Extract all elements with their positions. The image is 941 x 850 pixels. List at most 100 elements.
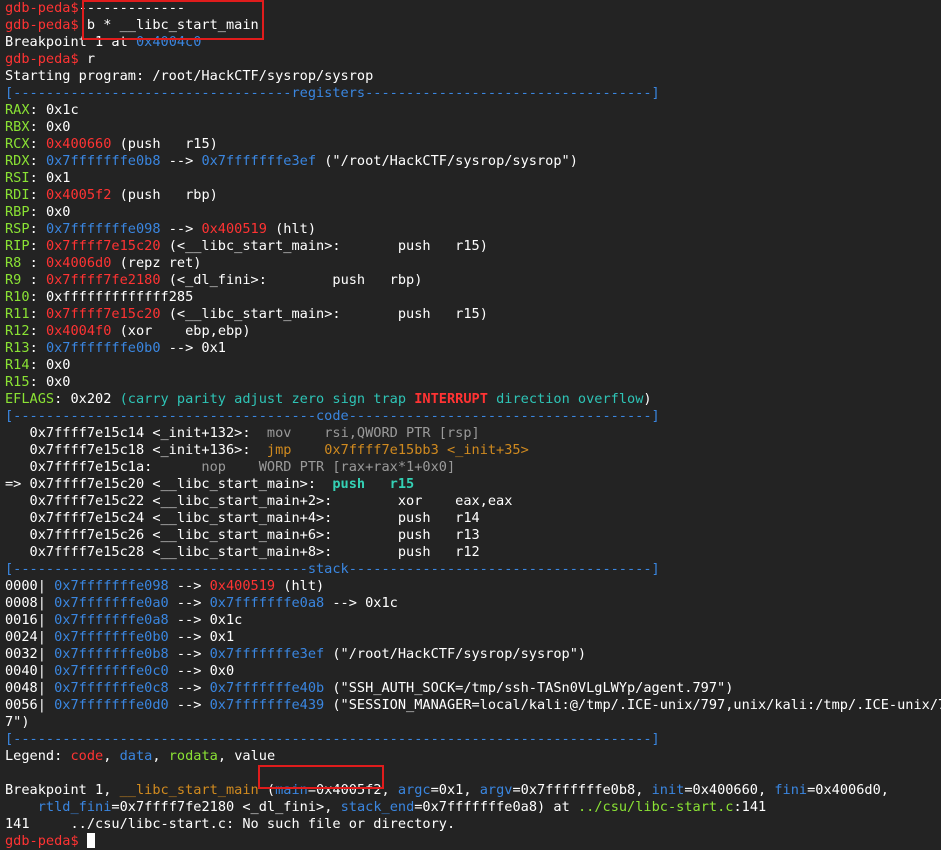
register-separator: :: [29, 102, 46, 118]
register-value: 0xfffffffffffff285: [45, 289, 194, 305]
breakpoint-hit-line: Breakpoint 1, __libc_start_main (main=0x…: [5, 782, 889, 798]
code-instruction: xor eax,eax: [397, 493, 513, 509]
register-value: 0x7fffffffe098: [45, 221, 161, 237]
text-cursor: [86, 833, 95, 848]
register-separator: :: [29, 187, 46, 203]
register-value: 0x0: [45, 204, 71, 220]
code-line: 0x7ffff7e15c1a: nop WORD PTR [rax+rax*1+…: [5, 459, 941, 476]
gdb-command-run[interactable]: gdb-peda$ r: [5, 51, 941, 68]
register-separator: :: [29, 119, 46, 135]
register-separator: :: [29, 255, 46, 271]
register-name: R14: [5, 357, 30, 373]
stack-row: 0040| 0x7fffffffe0c0 --> 0x0: [5, 663, 941, 680]
register-value: -->: [160, 153, 202, 169]
stack-value: 0x7fffffffe3ef: [209, 646, 325, 662]
register-value: -->: [160, 221, 202, 237]
stack-address: 0x7fffffffe098: [54, 578, 169, 594]
register-value: 0x7fffffffe0b8: [45, 153, 161, 169]
legend-line: Legend: code, data, rodata, value: [5, 748, 276, 764]
code-line: 0x7ffff7e15c28 <__libc_start_main+8>: pu…: [5, 544, 941, 561]
code-address: 0x7ffff7e15c18 <_init+136>:: [5, 442, 267, 458]
stack-offset: 0056|: [5, 697, 55, 713]
stack-value: -->: [168, 680, 210, 696]
end-section-separator: [---------------------------------------…: [5, 731, 660, 747]
eflags-line: EFLAGS: 0x202 (carry parity adjust zero …: [5, 391, 652, 407]
register-row: RAX: 0x1c: [5, 102, 941, 119]
code-line: 0x7ffff7e15c18 <_init+136>: jmp 0x7ffff7…: [5, 442, 941, 459]
code-line: => 0x7ffff7e15c20 <__libc_start_main>: p…: [5, 476, 941, 493]
register-name: R10: [5, 289, 30, 305]
clipped-top-line: gdb-peda$-------------: [5, 0, 186, 16]
register-separator: :: [29, 323, 46, 339]
source-line-message: 141 ../csu/libc-start.c: No such file or…: [5, 816, 456, 832]
code-instruction: jmp 0x7ffff7e15bb3 <_init+35>: [266, 442, 529, 458]
stack-value: 0x7fffffffe40b: [209, 680, 325, 696]
register-value: (<_dl_fini>: push rbp): [160, 272, 423, 288]
code-address: => 0x7ffff7e15c20 <__libc_start_main>:: [5, 476, 333, 492]
register-row: R11: 0x7ffff7e15c20 (<__libc_start_main>…: [5, 306, 941, 323]
code-instruction: push r14: [397, 510, 480, 526]
stack-value: (hlt): [275, 578, 325, 594]
function-name: __libc_start_main: [119, 782, 259, 798]
stack-address: 0x7fffffffe0b8: [54, 646, 169, 662]
breakpoint-set-message: Breakpoint 1 at 0x4004c0: [5, 34, 202, 50]
register-row: R9 : 0x7ffff7fe2180 (<_dl_fini>: push rb…: [5, 272, 941, 289]
code-section-header: [-------------------------------------co…: [5, 408, 660, 424]
register-name: RSI: [5, 170, 30, 186]
stack-offset: 0040|: [5, 663, 55, 679]
stack-offset: 0000|: [5, 578, 55, 594]
register-row: RDI: 0x4005f2 (push rbp): [5, 187, 941, 204]
gdb-command-breakpoint[interactable]: gdb-peda$ b * __libc_start_main: [5, 17, 941, 34]
register-row: R14: 0x0: [5, 357, 941, 374]
register-value: (hlt): [266, 221, 317, 237]
register-value: 0x0: [45, 357, 71, 373]
stack-value: -->: [168, 646, 210, 662]
register-separator: :: [29, 170, 46, 186]
register-separator: :: [29, 289, 46, 305]
register-separator: :: [29, 306, 46, 322]
register-value: 0x4005f2: [45, 187, 112, 203]
code-line: 0x7ffff7e15c26 <__libc_start_main+6>: pu…: [5, 527, 941, 544]
register-name: RAX: [5, 102, 30, 118]
register-name: R15: [5, 374, 30, 390]
stack-value: -->: [168, 578, 210, 594]
stack-address: 0x7fffffffe0d0: [54, 697, 169, 713]
stack-offset: 0032|: [5, 646, 55, 662]
terminal-output: gdb-peda$------------- gdb-peda$ b * __l…: [5, 0, 941, 850]
register-name: R8: [5, 255, 30, 271]
register-row: R8 : 0x4006d0 (repz ret): [5, 255, 941, 272]
stack-value: --> 0x0: [168, 663, 235, 679]
code-instruction: mov rsi,QWORD PTR [rsp]: [266, 425, 480, 441]
register-name: RCX: [5, 136, 30, 152]
stack-value: ("/root/HackCTF/sysrop/sysrop"): [324, 646, 587, 662]
stack-address: 0x7fffffffe0c8: [54, 680, 169, 696]
register-row: RBP: 0x0: [5, 204, 941, 221]
gdb-prompt: gdb-peda$: [5, 51, 79, 67]
register-separator: :: [29, 136, 46, 152]
source-file-link: ../csu/libc-start.c: [577, 799, 734, 815]
stack-offset: 0024|: [5, 629, 55, 645]
register-value: 0x400660: [45, 136, 112, 152]
register-value: (<__libc_start_main>: push r15): [160, 306, 488, 322]
register-value: (repz ret): [111, 255, 202, 271]
register-name: RBX: [5, 119, 30, 135]
gdb-input-line[interactable]: gdb-peda$: [5, 833, 941, 850]
stack-value: --> 0x1c: [168, 612, 243, 628]
register-separator: :: [29, 340, 46, 356]
stack-offset: 0048|: [5, 680, 55, 696]
register-row: RSP: 0x7fffffffe098 --> 0x400519 (hlt): [5, 221, 941, 238]
register-row: RBX: 0x0: [5, 119, 941, 136]
register-row: RCX: 0x400660 (push r15): [5, 136, 941, 153]
register-value: 0x7fffffffe0b0: [45, 340, 161, 356]
stack-value: --> 0x1: [168, 629, 235, 645]
stack-value: ("SESSION_MANAGER=local/kali:@/tmp/.ICE-…: [324, 697, 941, 713]
code-instruction: push r15: [332, 476, 415, 492]
register-separator: :: [29, 374, 46, 390]
code-address: 0x7ffff7e15c28 <__libc_start_main+8>:: [5, 544, 398, 560]
registers-list: RAX: 0x1c RBX: 0x0 RCX: 0x400660 (push r15…: [5, 102, 941, 391]
register-row: RSI: 0x1: [5, 170, 941, 187]
register-value: 0x1: [45, 170, 71, 186]
register-name: RBP: [5, 204, 30, 220]
register-value: 0x7ffff7e15c20: [45, 306, 161, 322]
